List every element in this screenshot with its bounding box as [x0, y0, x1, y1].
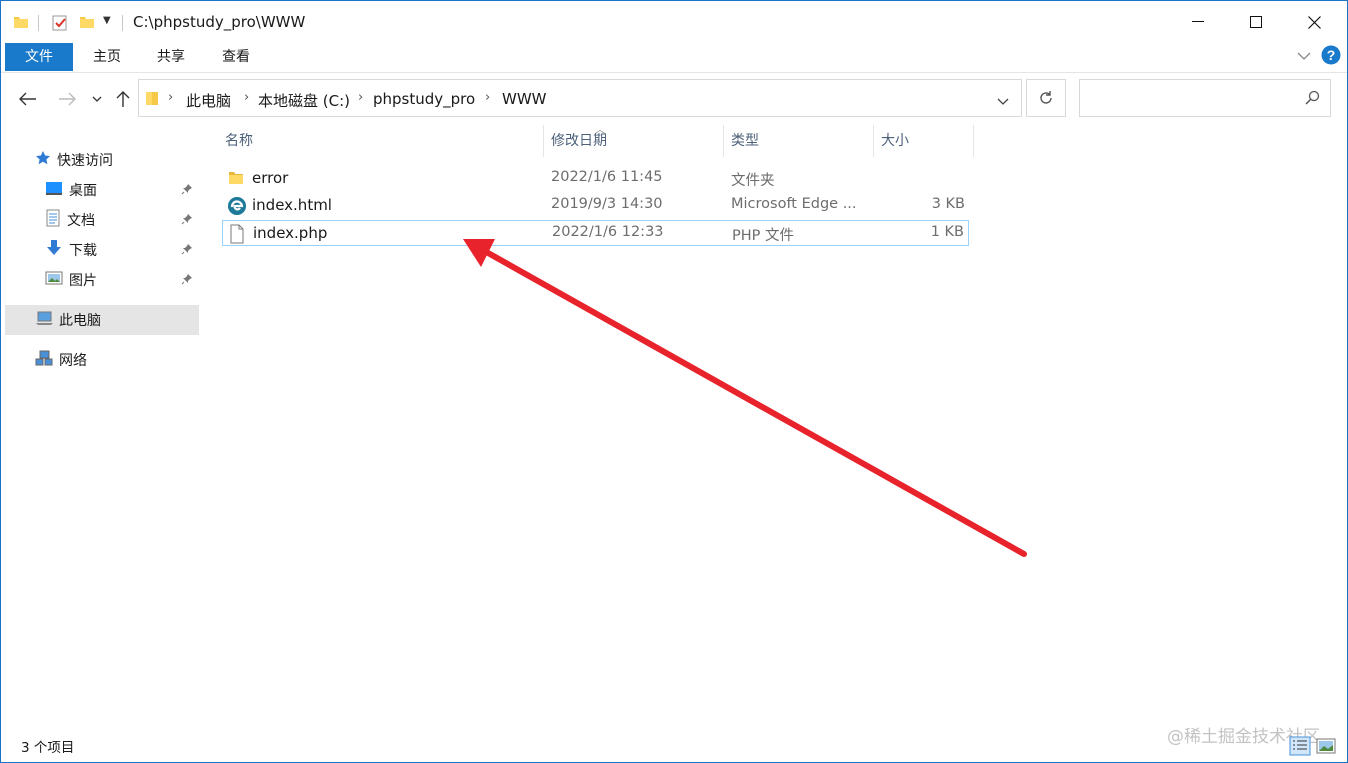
- item-count: 3 个项目: [21, 740, 75, 756]
- annotation-arrow: [463, 239, 1027, 557]
- explorer-window: ▼ C:\phpstudy_pro\WWW 文件 主页 共享 查看 ? › 此电…: [0, 0, 1348, 763]
- details-view-icon[interactable]: [1289, 736, 1311, 760]
- large-icons-view-icon[interactable]: [1315, 736, 1337, 760]
